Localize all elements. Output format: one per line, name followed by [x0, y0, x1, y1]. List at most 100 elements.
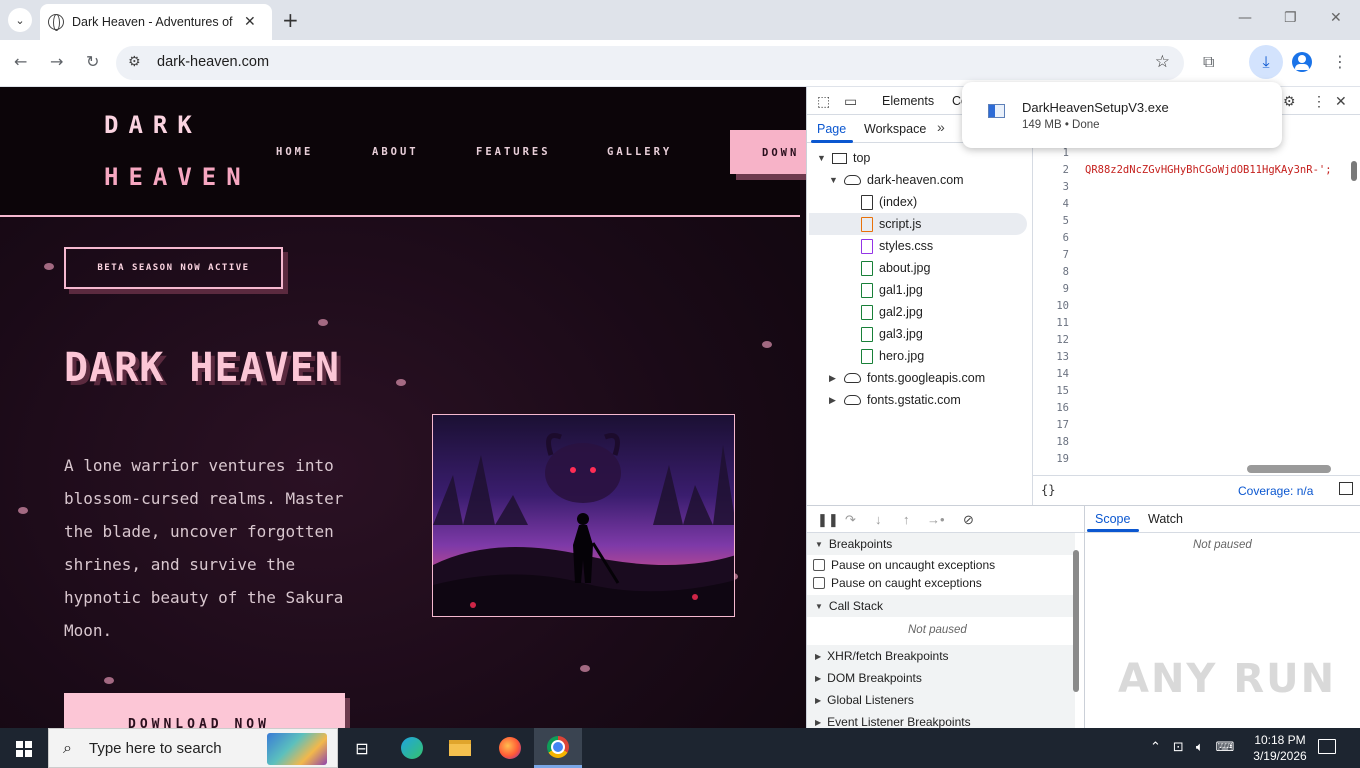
edge-icon[interactable] — [388, 728, 436, 768]
line-number[interactable]: 19 — [1033, 453, 1069, 465]
pause-caught-row[interactable]: Pause on caught exceptions — [813, 576, 982, 590]
pause-uncaught-row[interactable]: Pause on uncaught exceptions — [813, 558, 995, 572]
tab-scope[interactable]: Scope — [1095, 512, 1130, 526]
tree-file[interactable]: gal3.jpg — [861, 323, 923, 345]
forward-icon[interactable]: → — [50, 52, 63, 71]
line-number[interactable]: 9 — [1033, 283, 1069, 295]
tab-page[interactable]: Page — [817, 122, 846, 136]
window-close-icon[interactable]: ✕ — [1330, 10, 1342, 26]
line-number[interactable]: 13 — [1033, 351, 1069, 363]
nav-home[interactable]: HOME — [276, 146, 313, 158]
code-line[interactable]: QR88z2dNcZGvHGHyBhCGoWjdOB11HgKAy3nR-'; — [1085, 164, 1332, 176]
debugger-scrollbar[interactable] — [1073, 550, 1079, 692]
download-filename[interactable]: DarkHeavenSetupV3.exe — [1022, 100, 1169, 115]
coverage-panel-icon[interactable] — [1339, 482, 1353, 495]
chevron-up-icon[interactable]: ⌃ — [1150, 740, 1161, 755]
task-view-icon[interactable]: ⊟ — [338, 728, 386, 768]
line-number[interactable]: 11 — [1033, 317, 1069, 329]
line-number[interactable]: 4 — [1033, 198, 1069, 210]
tree-domain[interactable]: ▶ fonts.gstatic.com — [829, 389, 961, 411]
more-tabs-icon[interactable]: » — [937, 119, 945, 135]
line-number[interactable]: 14 — [1033, 368, 1069, 380]
tree-file[interactable]: script.js — [861, 213, 921, 235]
nav-download-button[interactable]: DOWN — [730, 130, 806, 174]
firefox-icon[interactable] — [486, 728, 534, 768]
menu-icon[interactable]: ⋮ — [1332, 52, 1348, 71]
address-bar[interactable]: ⚙ dark-heaven.com ☆ — [116, 46, 1184, 80]
line-number[interactable]: 15 — [1033, 385, 1069, 397]
star-icon[interactable]: ☆ — [1155, 52, 1170, 72]
code-editor[interactable]: 1 2 3 4 5 6 7 8 9 10 11 12 13 14 15 16 17 18 19 QR88z2dNcZ… — [1033, 143, 1360, 505]
tree-file[interactable]: styles.css — [861, 235, 933, 257]
tab-elements[interactable]: Elements — [882, 94, 934, 108]
line-number[interactable]: 3 — [1033, 181, 1069, 193]
tree-file[interactable]: about.jpg — [861, 257, 930, 279]
step-icon[interactable]: →• — [927, 512, 945, 527]
tree-file[interactable]: hero.jpg — [861, 345, 924, 367]
line-number[interactable]: 6 — [1033, 232, 1069, 244]
url-text[interactable]: dark-heaven.com — [157, 54, 269, 70]
pause-icon[interactable]: ❚❚ — [817, 512, 839, 528]
close-icon[interactable]: ✕ — [244, 14, 256, 30]
dom-breakpoints-section[interactable]: ▶ DOM Breakpoints — [807, 667, 1075, 689]
vertical-scrollbar[interactable] — [1351, 161, 1357, 181]
line-number[interactable]: 17 — [1033, 419, 1069, 431]
tab-workspace[interactable]: Workspace — [864, 122, 926, 136]
line-number[interactable]: 7 — [1033, 249, 1069, 261]
coverage-link[interactable]: Coverage: n/a — [1238, 484, 1313, 498]
xhr-breakpoints-section[interactable]: ▶ XHR/fetch Breakpoints — [807, 645, 1075, 667]
line-number[interactable]: 8 — [1033, 266, 1069, 278]
notification-icon[interactable] — [1318, 739, 1336, 754]
tree-file[interactable]: (index) — [861, 191, 917, 213]
line-number[interactable]: 12 — [1033, 334, 1069, 346]
close-devtools-icon[interactable]: ✕ — [1335, 93, 1347, 110]
download-icon[interactable]: ⤓ — [1249, 45, 1283, 79]
pane-divider[interactable] — [1084, 505, 1085, 728]
tree-top[interactable]: ▼ top — [817, 147, 870, 169]
line-number[interactable]: 18 — [1033, 436, 1069, 448]
nav-about[interactable]: ABOUT — [372, 146, 419, 158]
nav-gallery[interactable]: GALLERY — [607, 146, 672, 158]
device-toolbar-icon[interactable]: ▭ — [844, 93, 857, 110]
windows-start-icon[interactable] — [16, 741, 32, 757]
checkbox[interactable] — [813, 559, 825, 571]
tree-file[interactable]: gal2.jpg — [861, 301, 923, 323]
tree-domain[interactable]: ▼ dark-heaven.com — [829, 169, 964, 191]
restore-icon[interactable]: ❐ — [1284, 10, 1297, 26]
inspect-icon[interactable]: ⬚ — [817, 93, 830, 110]
download-bubble[interactable]: DarkHeavenSetupV3.exe 149 MB • Done — [962, 82, 1282, 148]
back-icon[interactable]: ← — [14, 52, 27, 71]
pretty-print-icon[interactable]: {} — [1041, 483, 1055, 497]
nav-features[interactable]: FEATURES — [476, 146, 551, 158]
horizontal-scrollbar[interactable] — [1247, 465, 1331, 473]
logo-line-1[interactable]: DARK — [104, 111, 202, 139]
clock[interactable]: 10:18 PM 3/19/2026 — [1250, 732, 1310, 764]
profile-icon[interactable] — [1292, 52, 1312, 72]
chrome-taskbar-icon[interactable] — [534, 728, 582, 768]
more-icon[interactable]: ⋮ — [1312, 93, 1326, 110]
line-number[interactable]: 1 — [1033, 147, 1069, 159]
tree-domain[interactable]: ▶ fonts.googleapis.com — [829, 367, 985, 389]
reload-icon[interactable]: ↻ — [86, 52, 99, 71]
line-number[interactable]: 10 — [1033, 300, 1069, 312]
checkbox[interactable] — [813, 577, 825, 589]
browser-tab[interactable]: Dark Heaven - Adventures of a ✕ — [40, 4, 272, 40]
breakpoints-section[interactable]: ▼ Breakpoints — [807, 533, 1075, 555]
step-over-icon[interactable]: ↷ — [845, 512, 856, 528]
call-stack-section[interactable]: ▼ Call Stack — [807, 595, 1075, 617]
network-icon[interactable]: ⊡ — [1173, 740, 1184, 755]
line-number[interactable]: 2 — [1033, 164, 1069, 176]
site-info-icon[interactable]: ⚙ — [128, 54, 141, 70]
plus-icon[interactable]: + — [282, 8, 299, 32]
line-number[interactable]: 16 — [1033, 402, 1069, 414]
step-into-icon[interactable]: ↓ — [875, 512, 882, 527]
volume-icon[interactable]: 🔈︎ — [1196, 740, 1204, 755]
minimize-icon[interactable]: — — [1238, 10, 1252, 26]
taskbar-search[interactable]: ⌕ Type here to search — [48, 728, 338, 768]
download-now-button[interactable]: DOWNLOAD NOW — [64, 693, 345, 728]
ime-icon[interactable]: ⌨ — [1216, 740, 1235, 755]
global-listeners-section[interactable]: ▶ Global Listeners — [807, 689, 1075, 711]
extensions-icon[interactable]: ⧉ — [1203, 52, 1214, 72]
tab-watch[interactable]: Watch — [1148, 512, 1183, 526]
deactivate-breakpoints-icon[interactable]: ⊘ — [963, 512, 974, 528]
